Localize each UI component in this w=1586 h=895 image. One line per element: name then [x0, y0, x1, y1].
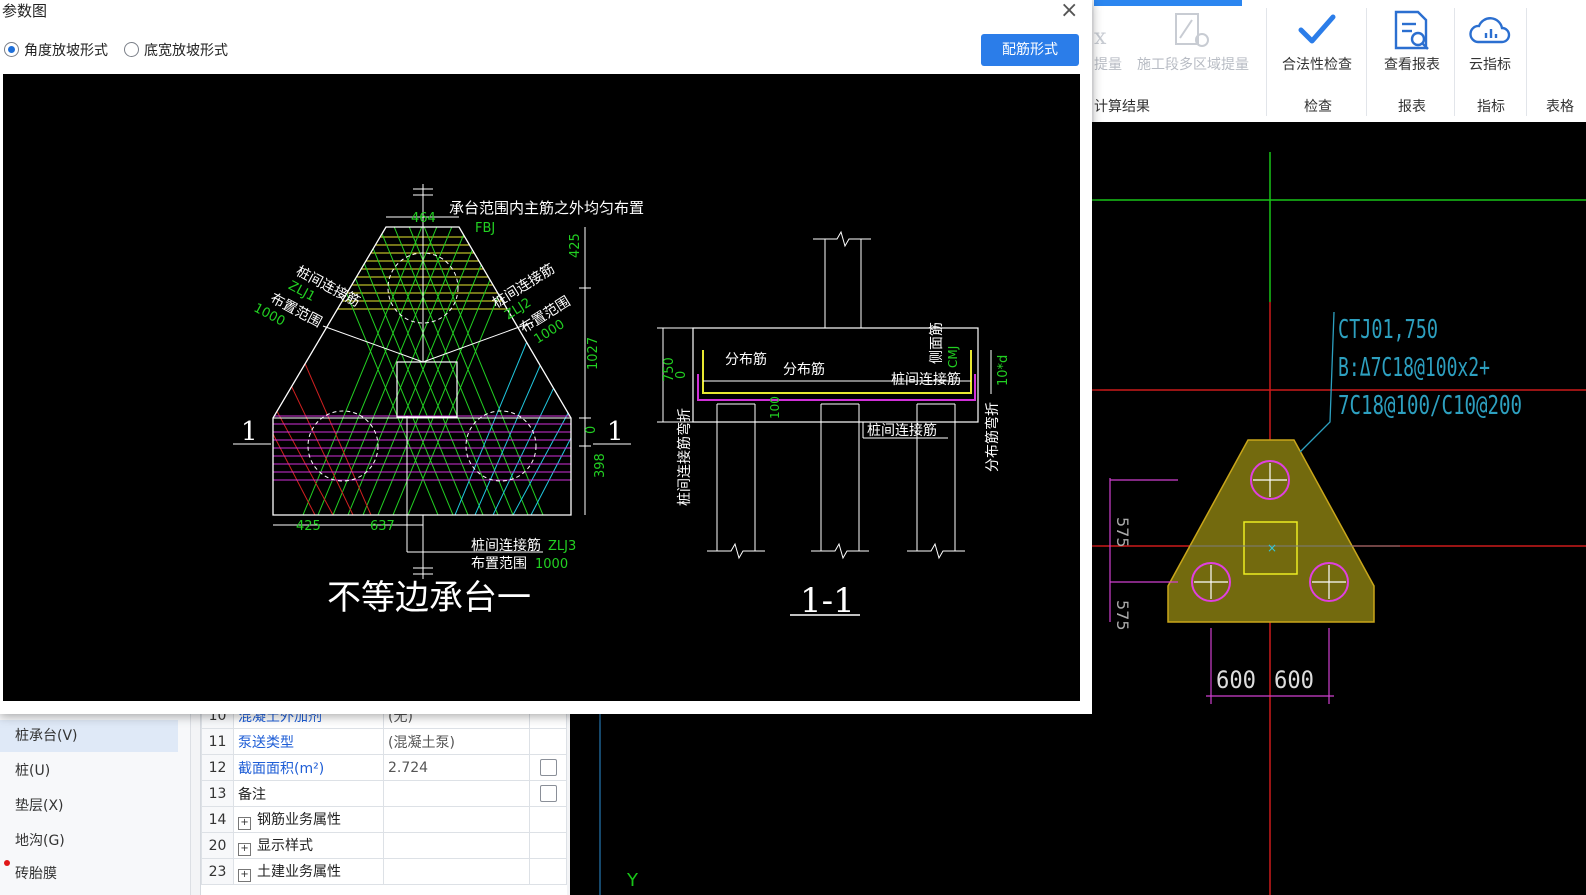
group-label-zhibiao: 指标	[1477, 99, 1505, 115]
fbj-label: FBJ	[475, 221, 495, 236]
property-panel: 10 混凝土外加剂 (无) 11 泵送类型 (混凝土泵) 12 截面面积(m²)…	[200, 700, 567, 895]
ribbon-separator	[1526, 8, 1527, 116]
rebar-form-button[interactable]: 配筋形式	[981, 34, 1079, 66]
attach-checkbox[interactable]	[539, 759, 557, 776]
group-label-biaoge: 表格	[1546, 99, 1574, 115]
radio-selected-icon[interactable]	[4, 42, 19, 57]
annotation-leader	[1299, 311, 1335, 453]
parameter-drawing: 464 承台范围内主筋之外均匀布置 FBJ 425 1027 0 398 425…	[3, 74, 1080, 701]
right-rebar-note: 桩间连接筋 ZLJ2 布置范围 1000	[489, 260, 573, 347]
radio-angle-slope[interactable]: 角度放坡形式	[4, 40, 108, 60]
group-label-jisuan: 计算结果	[1094, 99, 1150, 115]
tiliang-label: 提量	[1094, 57, 1122, 73]
sec-10d: 10*d	[996, 355, 1011, 386]
bottom-rebar-4: 1000	[535, 557, 568, 572]
cloud-icon	[1469, 17, 1511, 44]
shigong-icon	[1175, 13, 1209, 47]
dim-425-top: 425	[568, 233, 583, 258]
svg-text:x: x	[1094, 25, 1107, 48]
section-title: 1-1	[800, 581, 855, 621]
section-drawing	[657, 230, 992, 560]
dim-398: 398	[593, 453, 608, 478]
table-row[interactable]: 13 备注	[200, 780, 567, 807]
sec-zhuangjian1: 桩间连接筋	[891, 371, 961, 388]
cad-dim-side1: 575	[1113, 517, 1132, 548]
close-icon[interactable]: ×	[1060, 0, 1078, 23]
hefa-label: 合法性检查	[1282, 57, 1352, 73]
dim-464: 464	[411, 211, 436, 226]
table-row[interactable]: 11 泵送类型 (混凝土泵)	[200, 728, 567, 755]
radio-unselected-icon[interactable]	[124, 42, 139, 57]
sec-fenbujin1: 分布筋	[725, 351, 767, 368]
cad-dim-side2: 575	[1113, 600, 1132, 631]
expand-icon[interactable]: +	[238, 843, 252, 856]
chakan-label: 查看报表	[1384, 57, 1440, 73]
tree-item-pile[interactable]: 桩(U)	[0, 755, 178, 787]
table-row[interactable]: 12 截面面积(m²) 2.724	[200, 754, 567, 781]
tree-item-cushion[interactable]: 垫层(X)	[0, 790, 178, 822]
sec-100: 100	[768, 396, 782, 419]
annotation-line2: B:Δ7C18@100x2+	[1338, 353, 1490, 383]
report-icon	[1394, 10, 1429, 50]
dim-0: 0	[584, 426, 599, 434]
section-mark-right: 1	[607, 417, 624, 447]
sec-zhuangjian2: 桩间连接筋	[867, 422, 937, 439]
attach-checkbox[interactable]	[539, 785, 557, 802]
bottom-rebar-3: 布置范围	[471, 555, 527, 572]
ribbon-active-bar	[1094, 0, 1242, 6]
dialog-title: 参数图	[2, 2, 48, 20]
dim-425-bottom: 425	[296, 519, 321, 534]
annotation-line3: 7C18@100/C10@200	[1338, 391, 1522, 421]
sec-left-vertical: 桩间连接筋弯折	[676, 408, 693, 506]
group-label-jiancha: 检查	[1304, 99, 1332, 115]
check-icon	[1298, 14, 1336, 44]
bottom-rebar-1: 桩间连接筋	[471, 537, 541, 554]
radio-width-slope[interactable]: 底宽放坡形式	[124, 40, 228, 60]
plan-title: 不等边承台一	[327, 578, 531, 618]
dim-1027: 1027	[586, 337, 601, 370]
ribbon-toolbar: x 提量 施工段多区域提量 合法性检查 查看报表 云指标 计算结果 检查 报表 …	[1094, 0, 1586, 123]
sec-dim-0: 0	[674, 371, 689, 379]
tree-item-brick-mold[interactable]: 砖胎膜	[0, 858, 178, 890]
ribbon-separator	[1266, 8, 1267, 116]
sec-cemianjin: 侧面筋	[928, 322, 945, 364]
parameter-dialog: 参数图 × 角度放坡形式 底宽放坡形式 配筋形式 464 承台范围内主筋之外均匀…	[0, 0, 1092, 714]
parameter-drawing-svg: 464 承台范围内主筋之外均匀布置 FBJ 425 1027 0 398 425…	[233, 184, 1011, 621]
cad-dim-left: 600	[1216, 666, 1256, 694]
bottom-rebar-2: ZLJ3	[548, 539, 576, 554]
table-row[interactable]: 20 + 显示样式	[200, 832, 567, 859]
ribbon-separator	[1454, 8, 1455, 116]
component-tree: 桩承台(V) 桩(U) 垫层(X) 地沟(G) 砖胎膜	[0, 700, 191, 895]
expand-icon[interactable]: +	[238, 869, 252, 882]
cad-dim-right: 600	[1274, 666, 1314, 694]
shigong-label: 施工段多区域提量	[1137, 57, 1249, 73]
sec-cmj: CMJ	[946, 346, 960, 368]
annotation-line1: CTJ01,750	[1338, 315, 1438, 345]
table-row[interactable]: 14 + 钢筋业务属性	[200, 806, 567, 833]
table-row[interactable]: 23 + 土建业务属性	[200, 858, 567, 885]
svg-text:×: ×	[1267, 541, 1277, 555]
axis-y-label: Y	[626, 870, 639, 891]
tiliang-icon: x	[1094, 25, 1107, 48]
ribbon-separator	[1366, 8, 1367, 116]
column-box	[396, 361, 458, 418]
group-label-baobiao: 报表	[1398, 99, 1426, 115]
tree-item-trench[interactable]: 地沟(G)	[0, 825, 178, 857]
sec-right-vertical: 分布筋弯折	[984, 402, 1001, 472]
property-table: 10 混凝土外加剂 (无) 11 泵送类型 (混凝土泵) 12 截面面积(m²)…	[200, 702, 567, 885]
tree-item-pile-cap[interactable]: 桩承台(V)	[0, 720, 178, 752]
section-mark-left: 1	[241, 417, 258, 447]
left-rebar-note: 桩间连接筋 ZLJ1 布置范围 1000	[251, 263, 363, 331]
dim-637: 637	[370, 519, 395, 534]
sec-fenbujin2: 分布筋	[783, 361, 825, 378]
expand-icon[interactable]: +	[238, 817, 252, 830]
top-note: 承台范围内主筋之外均匀布置	[449, 199, 644, 217]
yunzhibiao-label: 云指标	[1469, 57, 1511, 73]
